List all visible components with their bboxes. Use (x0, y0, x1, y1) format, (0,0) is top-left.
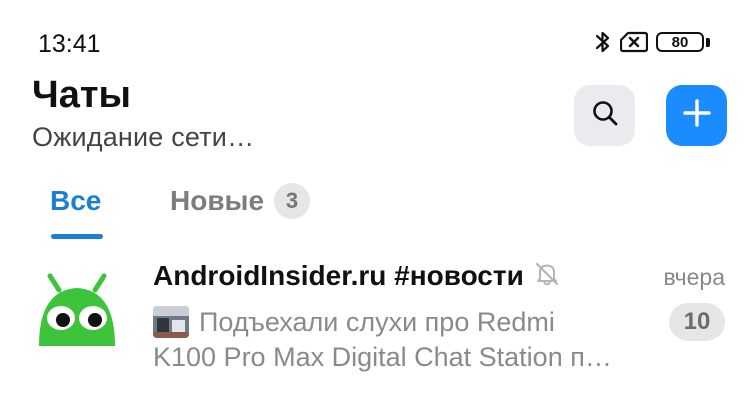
status-time: 13:41 (38, 30, 101, 58)
tab-new-label: Новые (170, 185, 265, 216)
connection-status: Ожидание сети… (32, 122, 255, 152)
status-icons: 80 (594, 29, 712, 55)
plus-icon (682, 98, 712, 133)
tab-all[interactable]: Все (50, 185, 101, 217)
page-title: Чаты (32, 74, 131, 116)
chat-name-row: AndroidInsider.ru #новости (153, 260, 560, 292)
chat-name: AndroidInsider.ru #новости (153, 260, 524, 291)
tab-new-badge: 3 (274, 183, 311, 219)
message-preview: Подъехали слухи про Redmi (153, 306, 593, 338)
preview-thumbnail (153, 306, 189, 338)
search-icon (591, 99, 619, 132)
no-sim-icon (620, 31, 648, 53)
chat-list-item[interactable]: AndroidInsider.ru #новости вчера Подъеха… (0, 248, 750, 388)
status-bar: 13:41 80 (0, 0, 750, 80)
android-logo-icon (39, 273, 115, 346)
battery-level: 80 (656, 32, 704, 52)
preview-text-line1: Подъехали слухи про Redmi (199, 306, 555, 337)
search-button[interactable] (574, 85, 635, 146)
unread-count-badge: 10 (669, 303, 725, 341)
tab-new[interactable]: Новые 3 (170, 183, 311, 219)
preview-text-line2: K100 Pro Max Digital Chat Station п… (153, 342, 612, 372)
battery-icon: 80 (656, 30, 712, 54)
bluetooth-icon (594, 29, 612, 55)
new-chat-button[interactable] (666, 85, 727, 146)
active-tab-indicator (51, 234, 103, 239)
avatar (35, 270, 119, 354)
chat-time: вчера (663, 264, 725, 290)
muted-bell-icon (534, 261, 560, 292)
chat-tabs: Все Новые 3 (0, 175, 750, 245)
